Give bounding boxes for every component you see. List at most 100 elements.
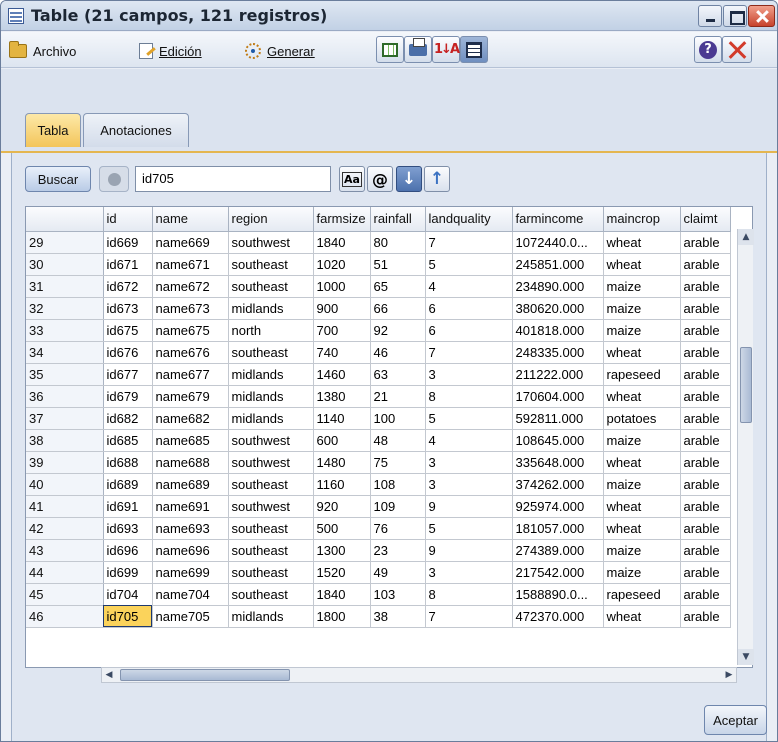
cell-region[interactable]: southwest [228, 495, 314, 518]
grid-view-button[interactable] [460, 36, 488, 63]
cell-farmincome[interactable]: 170604.000 [512, 385, 604, 408]
cell-landquality[interactable]: 7 [425, 605, 513, 628]
cell-rainfall[interactable]: 108 [370, 473, 426, 496]
cell-region[interactable]: southeast [228, 341, 314, 364]
cell-claimt[interactable]: arable [680, 275, 731, 298]
cell-farmincome[interactable]: 217542.000 [512, 561, 604, 584]
cell-id[interactable]: id671 [103, 253, 153, 276]
cell-farmincome[interactable]: 108645.000 [512, 429, 604, 452]
cell-farmincome[interactable]: 211222.000 [512, 363, 604, 386]
cell-maincrop[interactable]: wheat [603, 341, 681, 364]
cell-farmsize[interactable]: 1000 [313, 275, 371, 298]
cell-farmsize[interactable]: 1380 [313, 385, 371, 408]
cell-name[interactable]: name699 [152, 561, 229, 584]
cell-farmincome[interactable]: 274389.000 [512, 539, 604, 562]
cell-rainfall[interactable]: 109 [370, 495, 426, 518]
cell-rownum[interactable]: 36 [26, 385, 104, 408]
table-row[interactable]: 34 id676 name676 southeast 740 46 7 248335.000 w… [26, 341, 731, 364]
cell-rownum[interactable]: 38 [26, 429, 104, 452]
cell-name[interactable]: name693 [152, 517, 229, 540]
cell-farmsize[interactable]: 1300 [313, 539, 371, 562]
cell-claimt[interactable]: arable [680, 319, 731, 342]
cell-region[interactable]: southeast [228, 583, 314, 606]
cell-rownum[interactable]: 41 [26, 495, 104, 518]
table-row[interactable]: 31 id672 name672 southeast 1000 65 4 234890.000… [26, 275, 731, 298]
help-button[interactable]: ? [694, 36, 722, 63]
cell-claimt[interactable]: arable [680, 253, 731, 276]
cell-name[interactable]: name685 [152, 429, 229, 452]
cell-id[interactable]: id675 [103, 319, 153, 342]
print-button[interactable] [404, 36, 432, 63]
cell-landquality[interactable]: 3 [425, 561, 513, 584]
cell-claimt[interactable]: arable [680, 605, 731, 628]
cell-farmsize[interactable]: 920 [313, 495, 371, 518]
cell-id[interactable]: id669 [103, 231, 153, 254]
cell-landquality[interactable]: 4 [425, 429, 513, 452]
cell-id[interactable]: id685 [103, 429, 153, 452]
cell-farmincome[interactable]: 472370.000 [512, 605, 604, 628]
column-header-maincrop[interactable]: maincrop [603, 207, 681, 232]
cell-farmsize[interactable]: 700 [313, 319, 371, 342]
cell-maincrop[interactable]: wheat [603, 495, 681, 518]
vertical-scrollbar[interactable]: ▲ ▼ [737, 229, 754, 665]
cell-rownum[interactable]: 40 [26, 473, 104, 496]
cell-name[interactable]: name688 [152, 451, 229, 474]
cell-maincrop[interactable]: wheat [603, 385, 681, 408]
column-header-rownum[interactable] [26, 207, 104, 232]
horizontal-scrollbar[interactable]: ◀ ▶ [101, 667, 737, 683]
close-output-button[interactable] [722, 36, 752, 63]
cell-rainfall[interactable]: 76 [370, 517, 426, 540]
cell-rownum[interactable]: 44 [26, 561, 104, 584]
cell-farmsize[interactable]: 600 [313, 429, 371, 452]
table-row[interactable]: 32 id673 name673 midlands 900 66 6 380620.000 ma… [26, 297, 731, 320]
cell-maincrop[interactable]: wheat [603, 517, 681, 540]
cell-id[interactable]: id682 [103, 407, 153, 430]
cell-region[interactable]: southeast [228, 253, 314, 276]
cell-farmsize[interactable]: 1840 [313, 231, 371, 254]
table-row[interactable]: 36 id679 name679 midlands 1380 21 8 170604.000 w… [26, 385, 731, 408]
table-row[interactable]: 38 id685 name685 southwest 600 48 4 108645.000 m… [26, 429, 731, 452]
cell-id[interactable]: id672 [103, 275, 153, 298]
cell-name[interactable]: name673 [152, 297, 229, 320]
cell-region[interactable]: southwest [228, 451, 314, 474]
cell-name[interactable]: name691 [152, 495, 229, 518]
cell-claimt[interactable]: arable [680, 363, 731, 386]
sort-button[interactable]: 1↓A [432, 36, 460, 63]
match-case-button[interactable]: Aa [339, 166, 365, 192]
cell-rownum[interactable]: 46 [26, 605, 104, 628]
table-row[interactable]: 46 id705 name705 midlands 1800 38 7 472370.000 w… [26, 605, 731, 628]
menu-generate[interactable]: Generar [245, 41, 315, 61]
cell-landquality[interactable]: 5 [425, 407, 513, 430]
cell-maincrop[interactable]: rapeseed [603, 363, 681, 386]
accept-button[interactable]: Aceptar [704, 705, 767, 735]
cell-farmsize[interactable]: 1520 [313, 561, 371, 584]
tab-anotaciones[interactable]: Anotaciones [83, 113, 189, 147]
menu-file[interactable]: Archivo [9, 41, 76, 61]
cell-farmincome[interactable]: 181057.000 [512, 517, 604, 540]
cell-claimt[interactable]: arable [680, 451, 731, 474]
cell-claimt[interactable]: arable [680, 407, 731, 430]
cell-rownum[interactable]: 32 [26, 297, 104, 320]
cell-id[interactable]: id691 [103, 495, 153, 518]
cell-name[interactable]: name696 [152, 539, 229, 562]
cell-rainfall[interactable]: 46 [370, 341, 426, 364]
table-row[interactable]: 43 id696 name696 southeast 1300 23 9 274389.000… [26, 539, 731, 562]
cell-id[interactable]: id693 [103, 517, 153, 540]
column-header-farmincome[interactable]: farmincome [512, 207, 604, 232]
cell-landquality[interactable]: 3 [425, 363, 513, 386]
cell-claimt[interactable]: arable [680, 539, 731, 562]
cell-rownum[interactable]: 35 [26, 363, 104, 386]
scroll-right-icon[interactable]: ▶ [722, 668, 736, 682]
search-down-button[interactable]: ↓ [396, 166, 422, 192]
cell-landquality[interactable]: 7 [425, 231, 513, 254]
cell-farmsize[interactable]: 1840 [313, 583, 371, 606]
cell-landquality[interactable]: 8 [425, 385, 513, 408]
cell-farmsize[interactable]: 1460 [313, 363, 371, 386]
cell-name[interactable]: name679 [152, 385, 229, 408]
cell-name[interactable]: name682 [152, 407, 229, 430]
cell-maincrop[interactable]: maize [603, 275, 681, 298]
cell-id[interactable]: id704 [103, 583, 153, 606]
cell-region[interactable]: north [228, 319, 314, 342]
scroll-up-icon[interactable]: ▲ [738, 229, 754, 245]
cell-farmsize[interactable]: 740 [313, 341, 371, 364]
